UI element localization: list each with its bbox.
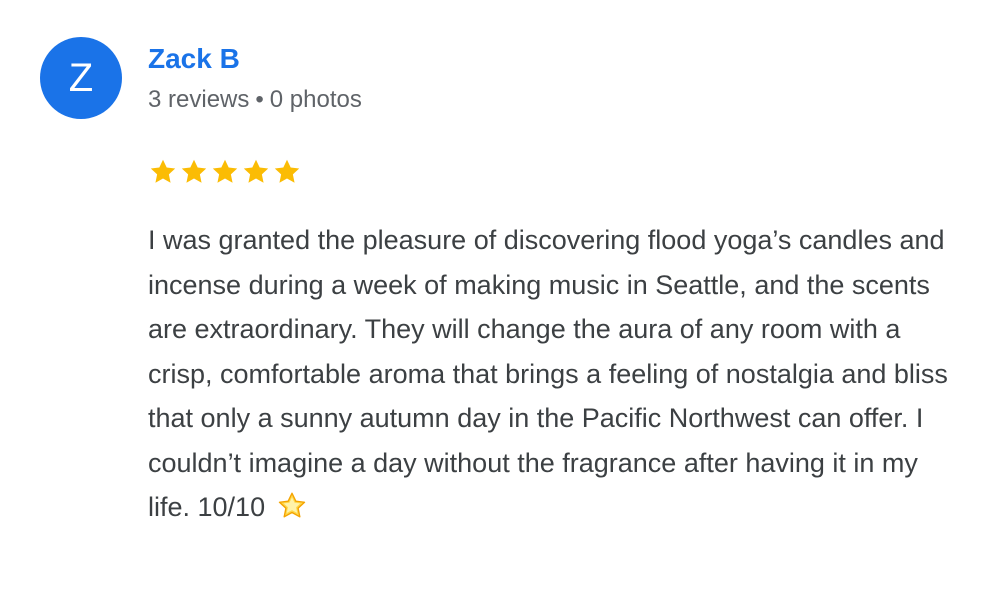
photo-count: 0 photos	[269, 86, 362, 113]
reviewer-name-link[interactable]: Zack B	[148, 41, 240, 77]
review-text-block: I was granted the pleasure of discoverin…	[148, 218, 963, 530]
review-text: I was granted the pleasure of discoverin…	[148, 225, 948, 522]
review-card: Z Zack B 3 reviews • 0 photos I was grante…	[0, 0, 1000, 604]
avatar[interactable]: Z	[40, 37, 122, 119]
star-icon	[150, 159, 176, 183]
star-icon	[212, 159, 238, 183]
star-icon	[243, 159, 269, 183]
reviewer-meta: 3 reviews • 0 photos	[148, 85, 362, 115]
review-count: 3 reviews	[148, 86, 250, 113]
star-rating	[148, 154, 302, 190]
star-icon	[274, 159, 300, 183]
avatar-initial: Z	[68, 56, 94, 100]
glowing-star-emoji-icon	[278, 492, 305, 518]
star-icon	[181, 159, 207, 183]
meta-separator: •	[255, 86, 264, 113]
